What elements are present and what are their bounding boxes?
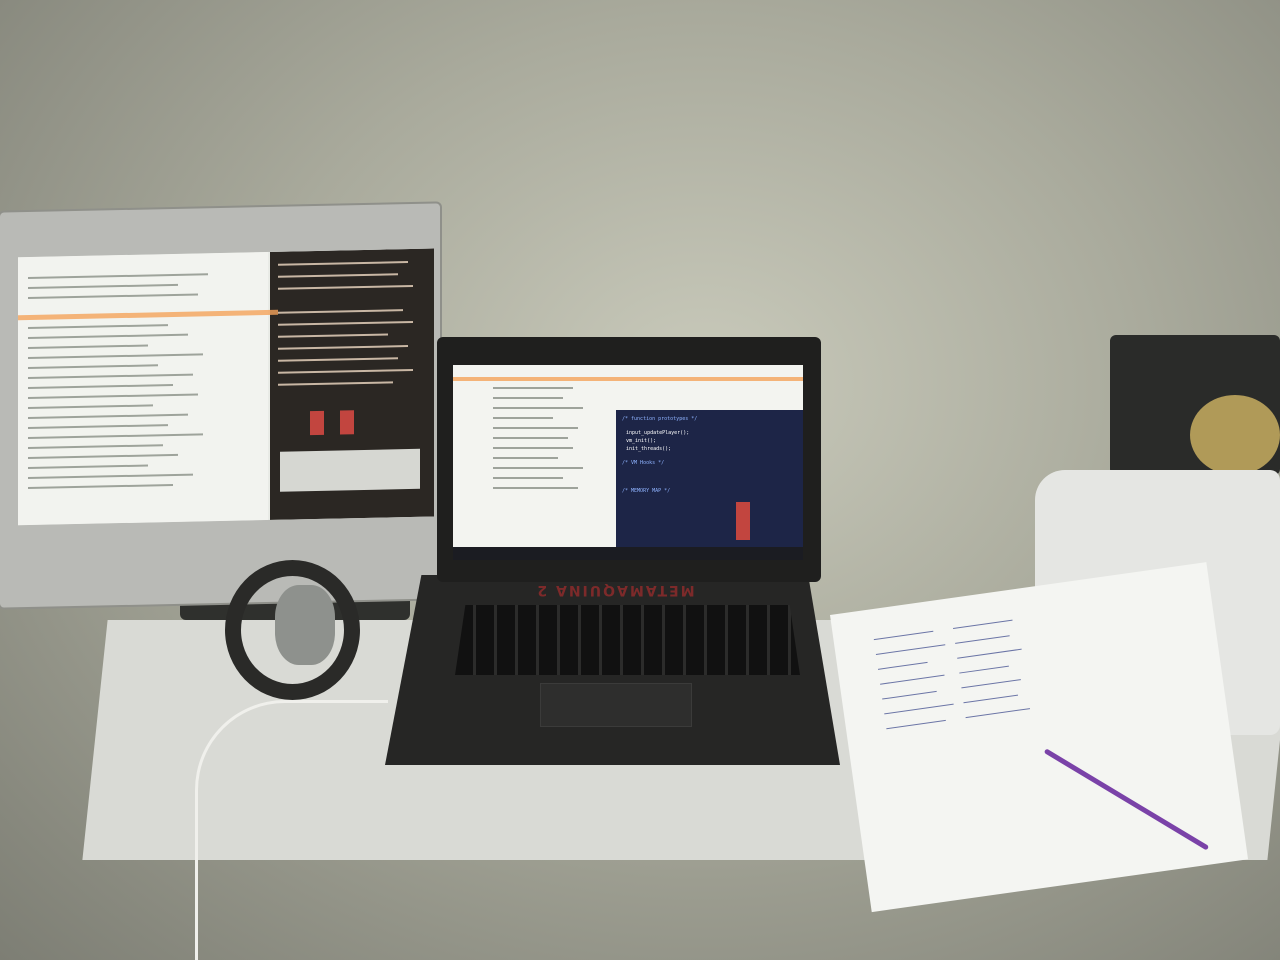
laptop-keyboard bbox=[455, 605, 800, 675]
laptop-touchpad bbox=[540, 683, 692, 727]
laptop-brand-logo: METAMAQUINA 2 bbox=[535, 582, 695, 598]
debug-pane bbox=[270, 248, 434, 520]
photo-scene: METAMAQUINA 2 /* function prototypes */ … bbox=[0, 0, 1280, 960]
packing-tape-roll bbox=[1190, 395, 1280, 475]
laptop-screen: /* function prototypes */ input_updatePl… bbox=[453, 365, 803, 560]
terminal-window: /* function prototypes */ input_updatePl… bbox=[616, 410, 803, 550]
monitor-screen bbox=[18, 248, 434, 526]
notebook bbox=[830, 562, 1249, 913]
usb-cable bbox=[195, 700, 388, 960]
external-monitor bbox=[0, 203, 440, 608]
terminal-line: /* function prototypes */ bbox=[622, 416, 698, 422]
terminal-line: vm_init(); bbox=[626, 438, 657, 444]
terminal-line: /* VM Hooks */ bbox=[622, 460, 665, 466]
taskbar bbox=[453, 547, 803, 560]
terminal-line: init_threads(); bbox=[626, 446, 672, 452]
terminal-line: /* MEMORY MAP */ bbox=[622, 488, 671, 494]
code-pane bbox=[18, 251, 268, 526]
highlighted-line bbox=[453, 377, 803, 381]
headphone-ear-cup bbox=[275, 585, 335, 665]
terminal-line: input_updatePlayer(); bbox=[626, 430, 690, 436]
